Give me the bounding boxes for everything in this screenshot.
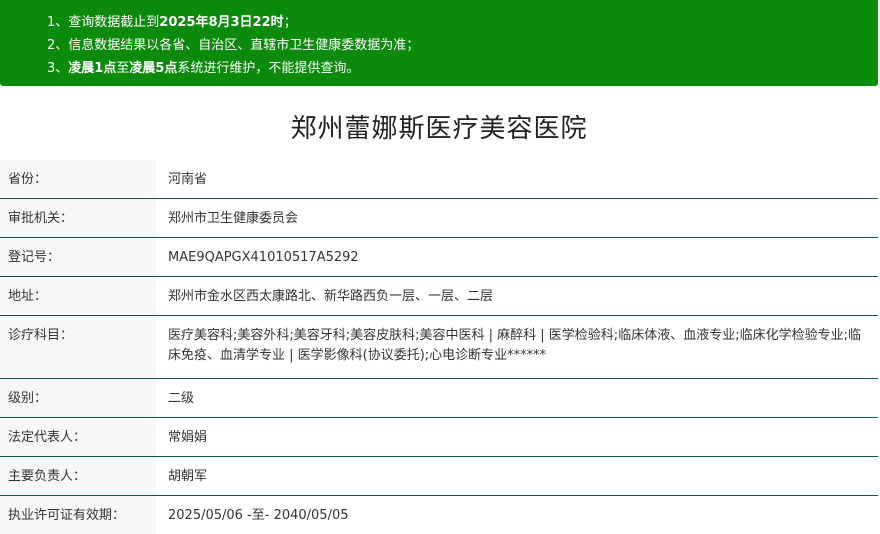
row-value: 二级: [156, 378, 878, 418]
notice-line-1-prefix: 1、查询数据截止到: [47, 15, 160, 30]
notice-line-3: 3、凌晨1点至凌晨5点系统进行维护，不能提供查询。: [47, 57, 359, 76]
table-row-address: 地址： 郑州市金水区西太康路北、新华路西负一层、一层、二层: [0, 276, 878, 316]
notice-line-2: 2、信息数据结果以各省、自治区、直辖市卫生健康委数据为准；: [47, 34, 419, 53]
notice-line-3-mid: 至: [116, 61, 130, 76]
row-label: 登记号：: [0, 237, 156, 277]
table-row-registration-number: 登记号： MAE9QAPGX41010517A5292: [0, 237, 878, 277]
row-value: 胡朝军: [156, 456, 878, 496]
table-row-license-validity: 执业许可证有效期： 2025/05/06 -至- 2040/05/05: [0, 495, 878, 534]
notice-line-3-end: 凌晨5点: [129, 61, 178, 76]
row-value: 常娟娟: [156, 417, 878, 457]
row-value: MAE9QAPGX41010517A5292: [156, 237, 878, 277]
hospital-info-table: 省份： 河南省 审批机关： 郑州市卫生健康委员会 登记号： MAE9QAPGX4…: [0, 160, 878, 534]
row-value: 河南省: [156, 160, 878, 199]
table-row-level: 级别： 二级: [0, 378, 878, 418]
notice-line-1-suffix: ；: [283, 15, 297, 30]
row-label: 法定代表人：: [0, 417, 156, 457]
table-row-legal-representative: 法定代表人： 常娟娟: [0, 417, 878, 457]
table-row-departments: 诊疗科目： 医疗美容科;美容外科;美容牙科;美容皮肤科;美容中医科 | 麻醉科 …: [0, 315, 878, 379]
row-label: 主要负责人：: [0, 456, 156, 496]
row-label: 省份：: [0, 160, 156, 199]
row-value: 医疗美容科;美容外科;美容牙科;美容皮肤科;美容中医科 | 麻醉科 | 医学检验…: [156, 315, 878, 379]
notice-line-1-date: 2025年8月3日22时: [159, 15, 284, 30]
row-value: 郑州市金水区西太康路北、新华路西负一层、一层、二层: [156, 276, 878, 316]
row-label: 审批机关：: [0, 198, 156, 238]
notice-line-2-text: 2、信息数据结果以各省、自治区、直辖市卫生健康委数据为准；: [47, 38, 420, 53]
table-row-principal: 主要负责人： 胡朝军: [0, 456, 878, 496]
row-label: 执业许可证有效期：: [0, 495, 156, 534]
notice-line-3-suffix: 系统进行维护，不能提供查询。: [177, 61, 360, 76]
notice-banner: 1、查询数据截止到2025年8月3日22时； 2、信息数据结果以各省、自治区、直…: [0, 0, 878, 86]
row-label: 级别：: [0, 378, 156, 418]
table-row-approval-authority: 审批机关： 郑州市卫生健康委员会: [0, 198, 878, 238]
row-value: 郑州市卫生健康委员会: [156, 198, 878, 238]
notice-line-3-prefix: 3、: [47, 61, 69, 76]
row-label: 诊疗科目：: [0, 315, 156, 379]
hospital-title: 郑州蕾娜斯医疗美容医院: [290, 114, 588, 144]
notice-line-1: 1、查询数据截止到2025年8月3日22时；: [47, 11, 297, 30]
row-label: 地址：: [0, 276, 156, 316]
row-value: 2025/05/06 -至- 2040/05/05: [168, 507, 349, 523]
notice-line-3-start: 凌晨1点: [68, 61, 117, 76]
table-row-province: 省份： 河南省: [0, 160, 878, 199]
